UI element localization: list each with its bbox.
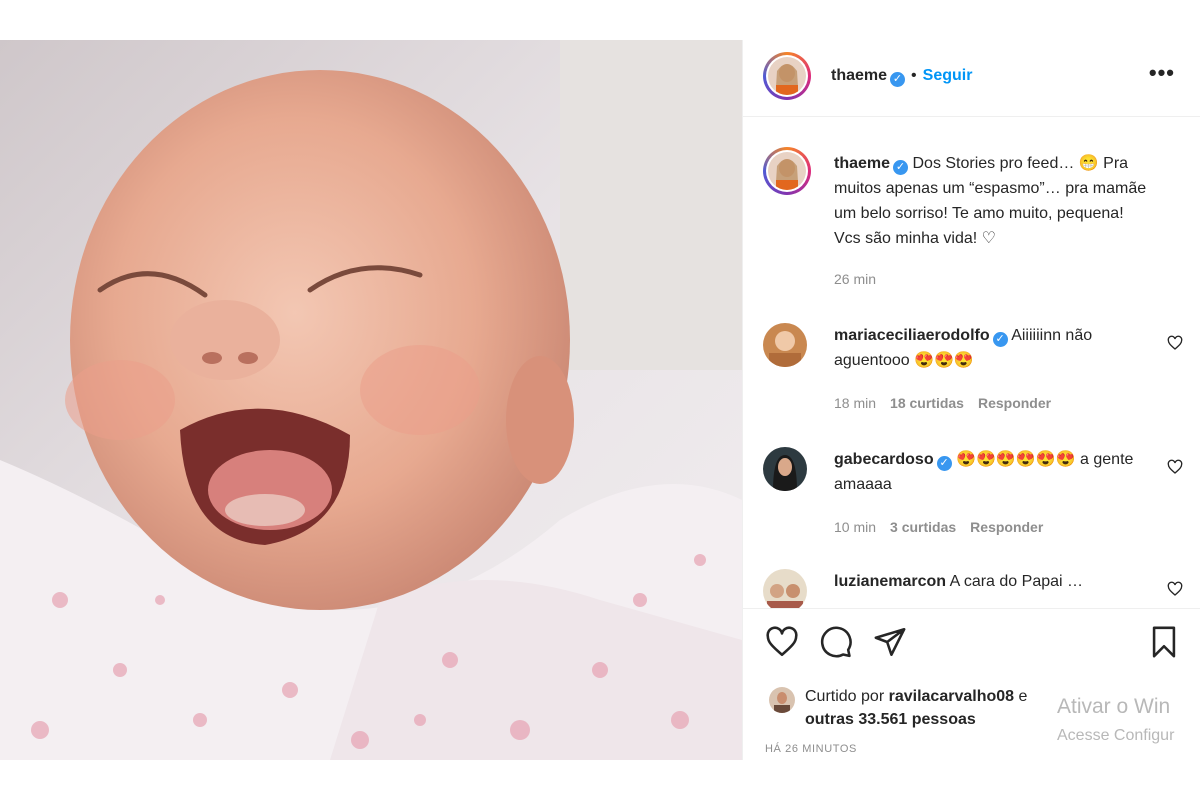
comment-likes[interactable]: 18 curtidas [890,395,964,411]
comment-username[interactable]: gabecardoso [834,451,934,468]
caption: thaeme ✓ Dos Stories pro feed… 😁 Pra muit… [763,147,1183,287]
caption-meta: 26 min [834,271,890,287]
verified-badge-icon: ✓ [890,72,906,87]
reply-button[interactable]: Responder [970,519,1043,535]
like-heart-icon[interactable] [765,625,799,659]
comment-text: A cara do Papai … [949,573,1084,590]
comment-item: gabecardoso ✓ 😍😍😍😍😍😍 a gente amaaaa 10 mi… [763,447,1183,547]
separator-dot: • [911,67,917,84]
commenter-avatar[interactable] [763,569,807,608]
commenter-avatar[interactable] [763,447,807,491]
verified-badge-icon: ✓ [992,332,1008,347]
windows-activation-subtext: Acesse Configur [1057,727,1175,744]
caption-time: 26 min [834,271,877,287]
baby-photo [0,40,742,760]
likes-conj: e [1018,688,1028,705]
liker-username[interactable]: ravilacarvalho08 [889,688,1014,705]
likes-others[interactable]: outras 33.561 pessoas [805,711,976,728]
save-bookmark-icon[interactable] [1147,625,1181,659]
caption-text-block: thaeme ✓ Dos Stories pro feed… 😁 Pra muit… [834,151,1152,251]
comment-item: luzianemarcon A cara do Papai … [763,569,1183,608]
reply-button[interactable]: Responder [978,395,1051,411]
comment-username[interactable]: luzianemarcon [834,573,946,590]
commenter-avatar[interactable] [763,323,807,367]
windows-activation-watermark: Ativar o Win [1057,695,1171,718]
verified-badge-icon: ✓ [893,160,909,175]
comment-like-heart-icon[interactable] [1167,459,1183,475]
comment-text-block: gabecardoso ✓ 😍😍😍😍😍😍 a gente amaaaa [834,447,1152,497]
likes-text: Curtido por ravilacarvalho08 e outras 33… [805,685,1065,731]
comment-text-block: mariaceciliaerodolfo ✓ Aiiiiiinn não ague… [834,323,1152,373]
author-username[interactable]: thaeme [831,67,887,84]
comment-meta: 10 min 3 curtidas Responder [834,519,1057,535]
comment-likes[interactable]: 3 curtidas [890,519,956,535]
comment-like-heart-icon[interactable] [1167,581,1183,597]
comment-item: mariaceciliaerodolfo ✓ Aiiiiiinn não ague… [763,323,1183,423]
follow-button[interactable]: Seguir [923,67,973,84]
comment-meta: 18 min 18 curtidas Responder [834,395,1065,411]
more-options-icon[interactable]: ••• [1149,60,1175,86]
comment-like-heart-icon[interactable] [1167,335,1183,351]
comment-username[interactable]: mariaceciliaerodolfo [834,327,990,344]
post-actions: Curtido por ravilacarvalho08 e outras 33… [743,608,1200,761]
header-line: thaeme ✓ • Seguir [831,67,972,87]
caption-username[interactable]: thaeme [834,155,890,172]
caption-avatar[interactable] [763,147,811,195]
post-header: thaeme ✓ • Seguir ••• [743,40,1200,117]
verified-badge-icon: ✓ [936,456,952,471]
post-side-panel: thaeme ✓ • Seguir ••• thaeme ✓ Dos Stories p… [742,40,1200,760]
comments-section[interactable]: thaeme ✓ Dos Stories pro feed… 😁 Pra muit… [743,117,1200,608]
comment-time: 10 min [834,519,877,535]
liker-avatar[interactable] [769,687,795,713]
post-timestamp: HÁ 26 MINUTOS [765,743,857,755]
likes-prefix: Curtido por [805,688,885,705]
author-avatar[interactable] [763,52,811,100]
comment-bubble-icon[interactable] [819,625,853,659]
comment-text-block: luzianemarcon A cara do Papai … [834,569,1152,594]
comment-time: 18 min [834,395,877,411]
share-send-icon[interactable] [873,625,907,659]
post-photo [0,40,742,760]
